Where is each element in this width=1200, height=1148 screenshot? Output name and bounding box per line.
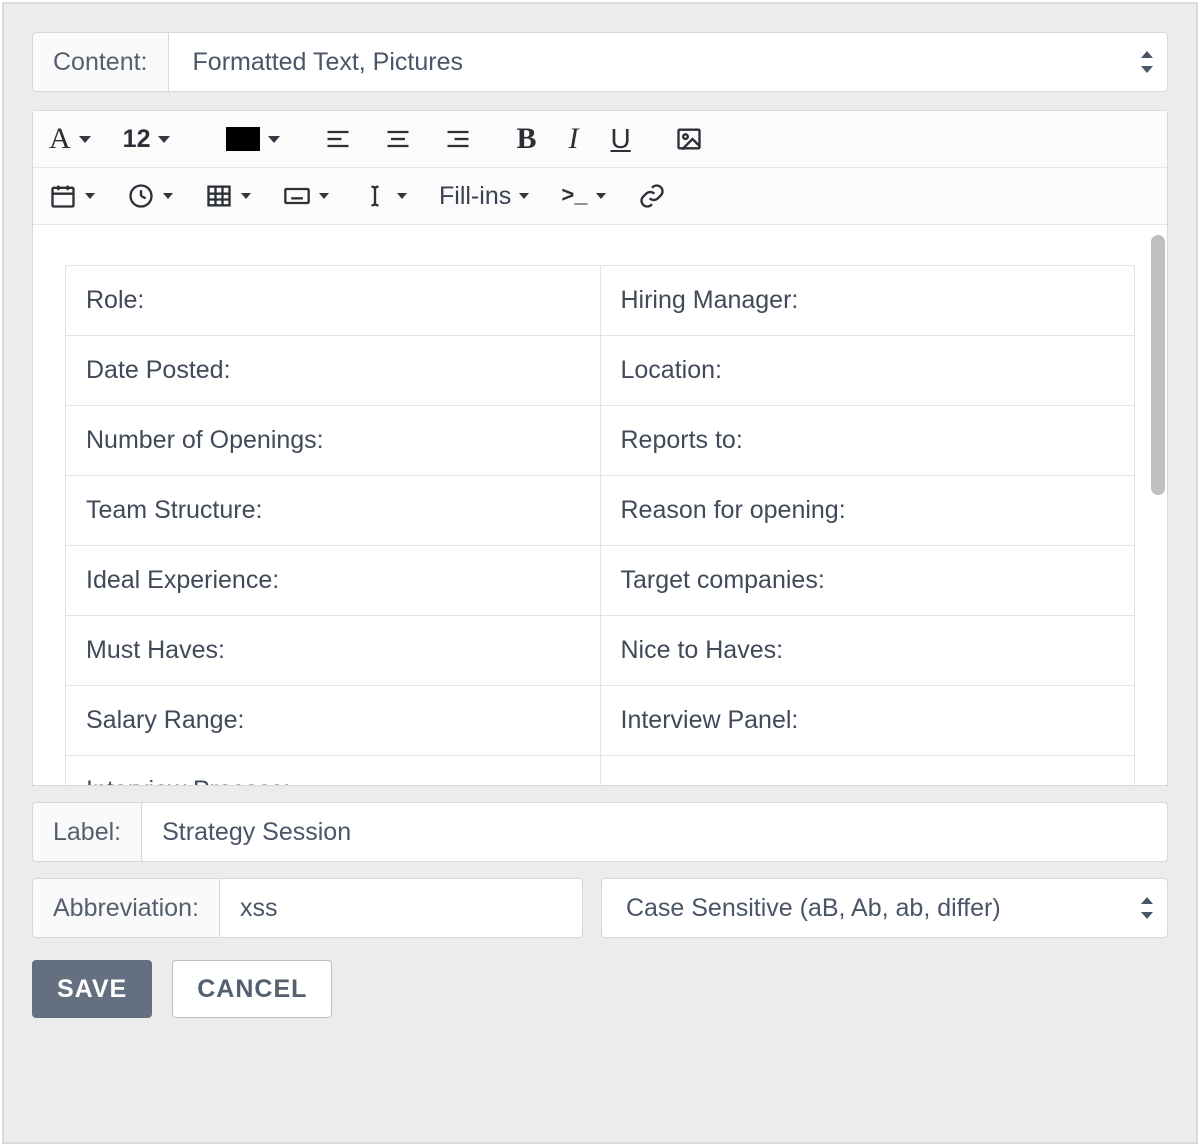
align-left-button[interactable] <box>324 121 352 157</box>
table-row: Number of Openings:Reports to: <box>66 406 1135 476</box>
table-cell[interactable]: Nice to Haves: <box>600 616 1135 686</box>
content-type-row: Content: Formatted Text, Pictures <box>32 32 1168 92</box>
font-size-dropdown[interactable]: 12 <box>123 121 171 157</box>
insert-link-button[interactable] <box>638 178 666 214</box>
underline-button[interactable]: U <box>611 121 631 157</box>
keyboard-icon <box>283 182 311 210</box>
label-row: Label: <box>32 802 1168 862</box>
table-cell[interactable]: Number of Openings: <box>66 406 601 476</box>
case-sensitivity-select[interactable]: Case Sensitive (aB, Ab, ab, differ) <box>601 878 1168 938</box>
table-row: Role:Hiring Manager: <box>66 266 1135 336</box>
align-center-button[interactable] <box>384 121 412 157</box>
table-cell[interactable]: Interview Process: <box>66 756 601 786</box>
caret-down-icon <box>79 136 91 143</box>
content-type-label: Content: <box>32 32 169 92</box>
label-field-label: Label: <box>32 802 142 862</box>
save-button-label: SAVE <box>57 975 127 1004</box>
table-icon <box>205 182 233 210</box>
table-row: Interview Process: <box>66 756 1135 786</box>
toolbar-row-1: A 12 B I U <box>33 111 1167 168</box>
table-cell[interactable]: Interview Panel: <box>600 686 1135 756</box>
caret-down-icon <box>519 193 529 199</box>
table-cell[interactable]: Reports to: <box>600 406 1135 476</box>
table-cell[interactable]: Reason for opening: <box>600 476 1135 546</box>
table-cell[interactable]: Date Posted: <box>66 336 601 406</box>
abbreviation-group: Abbreviation: <box>32 878 583 938</box>
insert-date-dropdown[interactable] <box>49 178 95 214</box>
fillins-dropdown[interactable]: Fill-ins <box>439 178 529 214</box>
cancel-button-label: CANCEL <box>197 975 307 1004</box>
table-row: Date Posted:Location: <box>66 336 1135 406</box>
table-cell[interactable]: Location: <box>600 336 1135 406</box>
caret-down-icon <box>163 193 173 199</box>
font-size-value: 12 <box>123 125 151 154</box>
updown-icon <box>1141 51 1153 73</box>
insert-cursor-dropdown[interactable] <box>361 178 407 214</box>
italic-button[interactable]: I <box>569 121 579 157</box>
label-input[interactable] <box>142 802 1168 862</box>
table-cell[interactable]: Hiring Manager: <box>600 266 1135 336</box>
table-cell[interactable] <box>600 756 1135 786</box>
table-cell[interactable]: Must Haves: <box>66 616 601 686</box>
abbreviation-field-label: Abbreviation: <box>32 878 220 938</box>
content-type-select[interactable]: Formatted Text, Pictures <box>169 32 1168 92</box>
insert-image-button[interactable] <box>675 121 703 157</box>
editor-content-area[interactable]: Role:Hiring Manager:Date Posted:Location… <box>33 225 1167 785</box>
table-cell[interactable]: Target companies: <box>600 546 1135 616</box>
caret-down-icon <box>596 193 606 199</box>
table-cell[interactable]: Ideal Experience: <box>66 546 601 616</box>
fillins-label: Fill-ins <box>439 182 511 211</box>
caret-down-icon <box>85 193 95 199</box>
align-right-button[interactable] <box>444 121 472 157</box>
caret-down-icon <box>397 193 407 199</box>
scrollbar-thumb[interactable] <box>1151 235 1165 495</box>
content-type-selected: Formatted Text, Pictures <box>193 48 463 77</box>
insert-keyboard-dropdown[interactable] <box>283 178 329 214</box>
insert-time-dropdown[interactable] <box>127 178 173 214</box>
abbreviation-row: Abbreviation: Case Sensitive (aB, Ab, ab… <box>32 878 1168 938</box>
color-swatch-icon <box>226 127 260 151</box>
text-cursor-icon <box>361 182 389 210</box>
toolbar-row-2: Fill-ins >_ <box>33 168 1167 225</box>
caret-down-icon <box>319 193 329 199</box>
insert-table-dropdown[interactable] <box>205 178 251 214</box>
font-family-dropdown[interactable]: A <box>49 121 91 157</box>
editor-dialog: Content: Formatted Text, Pictures A 12 <box>2 2 1198 1144</box>
caret-down-icon <box>241 193 251 199</box>
updown-icon <box>1141 897 1153 919</box>
content-table: Role:Hiring Manager:Date Posted:Location… <box>65 265 1135 785</box>
clock-icon <box>127 182 155 210</box>
calendar-icon <box>49 182 77 210</box>
table-row: Salary Range:Interview Panel: <box>66 686 1135 756</box>
table-cell[interactable]: Salary Range: <box>66 686 601 756</box>
abbreviation-input[interactable] <box>220 878 583 938</box>
rich-text-editor: A 12 B I U <box>32 110 1168 786</box>
table-cell[interactable]: Role: <box>66 266 601 336</box>
text-color-dropdown[interactable] <box>226 121 280 157</box>
caret-down-icon <box>268 136 280 143</box>
case-sensitivity-selected: Case Sensitive (aB, Ab, ab, differ) <box>626 894 1001 923</box>
prompt-icon: >_ <box>561 184 587 209</box>
table-cell[interactable]: Team Structure: <box>66 476 601 546</box>
insert-script-dropdown[interactable]: >_ <box>561 178 605 214</box>
caret-down-icon <box>158 136 170 143</box>
table-row: Must Haves:Nice to Haves: <box>66 616 1135 686</box>
table-row: Ideal Experience:Target companies: <box>66 546 1135 616</box>
font-family-icon: A <box>49 122 71 156</box>
save-button[interactable]: SAVE <box>32 960 152 1018</box>
action-buttons: SAVE CANCEL <box>32 960 1168 1018</box>
bold-button[interactable]: B <box>516 121 536 157</box>
table-row: Team Structure:Reason for opening: <box>66 476 1135 546</box>
cancel-button[interactable]: CANCEL <box>172 960 332 1018</box>
